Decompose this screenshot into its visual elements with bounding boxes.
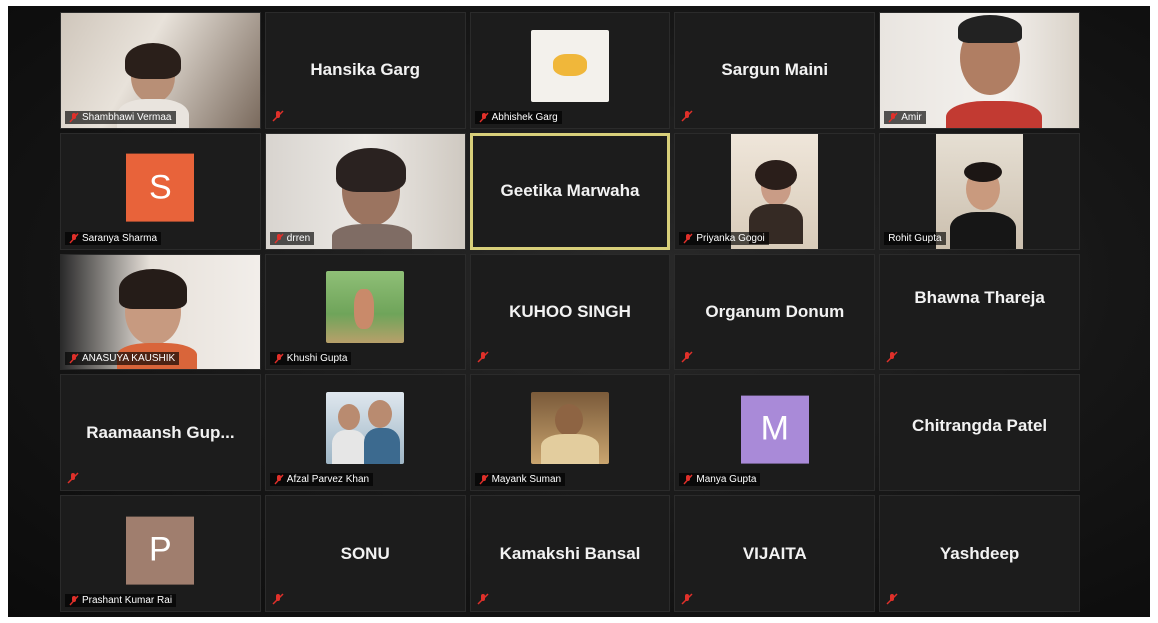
participant-tile[interactable]: KUHOO SINGH [469,253,671,371]
participant-name-label: Afzal Parvez Khan [269,473,374,487]
participant-tile[interactable]: drren [264,132,466,250]
participant-tile[interactable]: M Manya Gupta [674,374,876,492]
profile-picture [326,271,405,344]
profile-picture [530,29,609,102]
participant-name: Sargun Maini [721,60,829,80]
muted-mic-icon [477,593,489,605]
participant-tile[interactable]: Khushi Gupta [264,253,466,371]
muted-mic-icon [274,353,284,364]
participant-tile[interactable]: SONU [264,495,466,612]
participant-name-label: Rohit Gupta [884,231,946,245]
participant-avatar: M [740,395,809,464]
participant-tile[interactable]: Kamakshi Bansal [469,495,671,612]
participant-name: KUHOO SINGH [509,301,631,321]
participant-name: Organum Donum [705,301,845,321]
muted-mic-icon [69,595,79,606]
muted-mic-icon [67,472,79,484]
participant-name: Bhawna Thareja [914,288,1045,308]
participant-name: VIJAITA [742,543,807,563]
participant-tile[interactable]: ANASUYA KAUSHIK [60,253,261,371]
participant-avatar: P [126,516,195,585]
participant-tile[interactable]: Mayank Suman [469,374,671,492]
participant-tile[interactable]: Raamaansh Gup... [60,374,261,492]
muted-mic-icon [681,351,693,363]
participant-tile-active-speaker[interactable]: Geetika Marwaha [469,132,671,250]
participant-name-label: Khushi Gupta [269,352,352,366]
participant-tile[interactable]: Priyanka Gogoi [674,132,876,250]
muted-mic-icon [886,593,898,605]
gallery-grid: Shambhawi Vermaa Hansika Garg Abhishek G… [60,12,1080,612]
participant-tile[interactable]: Amir [879,12,1080,129]
participant-tile[interactable]: Hansika Garg [264,12,466,129]
muted-mic-icon [272,593,284,605]
participant-name-label: Priyanka Gogoi [679,231,769,245]
muted-mic-icon [272,110,284,122]
participant-name-label: Shambhawi Vermaa [65,110,176,124]
muted-mic-icon [274,474,284,485]
participant-avatar: S [126,153,195,222]
muted-mic-icon [69,353,79,364]
muted-mic-icon [681,110,693,122]
monitor-screen: Shambhawi Vermaa Hansika Garg Abhishek G… [8,6,1150,617]
muted-mic-icon [886,351,898,363]
participant-name-label: Manya Gupta [679,473,761,487]
participant-name: SONU [340,543,390,563]
participant-video [936,133,1023,249]
participant-name: Kamakshi Bansal [499,543,641,563]
profile-picture [530,392,609,465]
muted-mic-icon [683,474,693,485]
participant-name: Yashdeep [939,543,1020,563]
profile-picture [326,392,405,465]
participant-tile[interactable]: Rohit Gupta [879,132,1080,250]
muted-mic-icon [683,233,693,244]
participant-name: Geetika Marwaha [500,181,640,201]
muted-mic-icon [888,112,898,123]
participant-tile[interactable]: Bhawna Thareja [879,253,1080,371]
muted-mic-icon [479,474,489,485]
participant-tile[interactable]: P Prashant Kumar Rai [60,495,261,612]
participant-name-label: Prashant Kumar Rai [65,594,177,607]
muted-mic-icon [681,593,693,605]
participant-tile[interactable]: Afzal Parvez Khan [264,374,466,492]
participant-tile[interactable]: VIJAITA [674,495,876,612]
participant-name-label: Mayank Suman [474,473,566,487]
participant-name: Raamaansh Gup... [86,422,235,442]
participant-name: Chitrangda Patel [912,415,1048,435]
participant-name-label: Abhishek Garg [474,110,562,124]
muted-mic-icon [477,351,489,363]
participant-name-label: Amir [884,110,926,124]
participant-name-label: ANASUYA KAUSHIK [65,352,180,366]
participant-tile[interactable]: Chitrangda Patel [879,374,1080,492]
participant-name-label: Saranya Sharma [65,231,162,245]
participant-tile[interactable]: Yashdeep [879,495,1080,612]
participant-tile[interactable]: Shambhawi Vermaa [60,12,261,129]
muted-mic-icon [479,112,489,123]
participant-name-label: drren [269,231,315,245]
participant-name: Hansika Garg [310,60,420,80]
muted-mic-icon [69,233,79,244]
participant-tile[interactable]: Sargun Maini [674,12,876,129]
participant-tile[interactable]: Abhishek Garg [469,12,671,129]
muted-mic-icon [274,233,284,244]
participant-tile[interactable]: Organum Donum [674,253,876,371]
participant-tile[interactable]: S Saranya Sharma [60,132,261,250]
muted-mic-icon [69,112,79,123]
